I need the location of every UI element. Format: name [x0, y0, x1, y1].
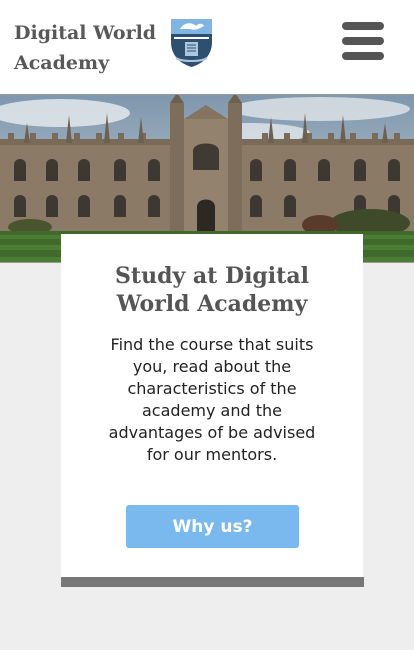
- menu-button[interactable]: [342, 22, 384, 60]
- card-footer-bar: [61, 577, 364, 587]
- menu-bar: [342, 22, 384, 30]
- intro-card: Study at Digital World Academy Find the …: [61, 234, 363, 577]
- card-description: Find the course that suits you, read abo…: [108, 335, 316, 464]
- academy-crest-icon[interactable]: [170, 18, 213, 68]
- menu-bar: [342, 52, 384, 60]
- why-us-button[interactable]: Why us?: [126, 505, 299, 548]
- card-title: Study at Digital World Academy: [115, 263, 309, 317]
- brand-name[interactable]: Digital World Academy: [14, 18, 164, 78]
- site-header: Digital World Academy: [0, 0, 414, 94]
- menu-bar: [342, 37, 384, 45]
